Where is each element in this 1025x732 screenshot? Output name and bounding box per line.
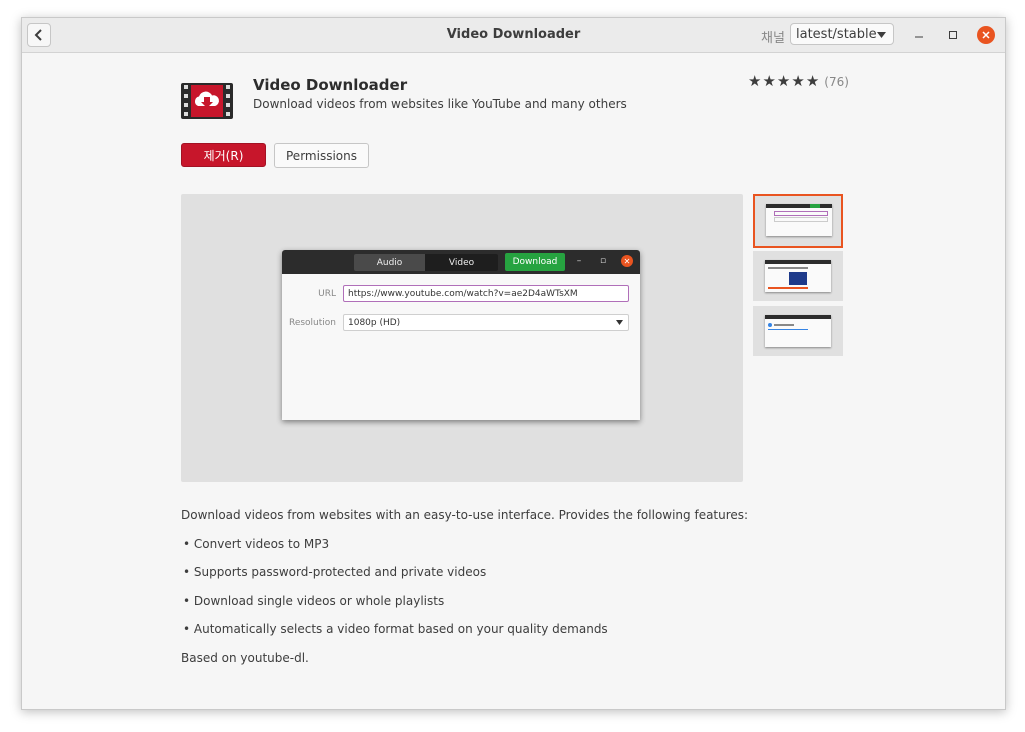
channel-value: latest/stable <box>796 26 877 42</box>
video-downloader-logo-icon <box>181 83 233 119</box>
app-name: Video Downloader <box>253 76 408 94</box>
maximize-icon <box>949 31 957 39</box>
rating-count: (76) <box>824 74 849 89</box>
screenshot-download-button: Download <box>505 253 565 271</box>
description-intro: Download videos from websites with an ea… <box>181 508 749 522</box>
screenshot-tab-audio: Audio <box>354 254 425 271</box>
rating[interactable]: ★ ★ ★ ★ ★ (76) <box>748 74 849 89</box>
app-window: Video Downloader 채널 latest/stable Video … <box>21 17 1006 710</box>
screenshot-app-window: Audio Video Download – ▫ ✕ URL https://w… <box>282 250 640 420</box>
screenshot-resolution-label: Resolution <box>288 318 336 328</box>
screenshot-minimize-icon: – <box>576 256 582 266</box>
star-icon: ★ <box>762 72 776 90</box>
thumbnail-preview <box>765 315 831 347</box>
maximize-button[interactable] <box>944 26 962 44</box>
screenshot-main[interactable]: Audio Video Download – ▫ ✕ URL https://w… <box>181 194 743 482</box>
feature-item: • Convert videos to MP3 <box>183 537 330 551</box>
channel-label: 채널 <box>761 31 785 46</box>
minimize-button[interactable] <box>910 26 928 44</box>
screenshot-url-label: URL <box>318 289 336 299</box>
screenshot-thumbnail[interactable] <box>753 251 843 301</box>
star-icon: ★ <box>776 72 791 90</box>
screenshot-thumbnail[interactable] <box>753 306 843 356</box>
screenshot-close-icon: ✕ <box>621 255 633 267</box>
screenshot-header-bar: Audio Video Download – ▫ ✕ <box>282 250 640 274</box>
screenshot-url-field: https://www.youtube.com/watch?v=ae2D4aWT… <box>343 285 629 302</box>
screenshot-maximize-icon: ▫ <box>599 256 607 266</box>
close-icon <box>982 31 990 39</box>
screenshot-resolution-value: 1080p (HD) <box>348 317 401 328</box>
close-button[interactable] <box>977 26 995 44</box>
thumbnail-preview <box>766 204 832 236</box>
screenshot-tab-video: Video <box>425 254 498 271</box>
minimize-icon <box>915 36 923 38</box>
channel-dropdown[interactable]: latest/stable <box>790 23 894 45</box>
screenshot-resolution-select: 1080p (HD) <box>343 314 629 331</box>
feature-item: • Automatically selects a video format b… <box>183 622 608 636</box>
header-bar: Video Downloader 채널 latest/stable <box>22 18 1005 53</box>
screenshot-thumbnail[interactable] <box>753 194 843 248</box>
star-icon: ★ <box>791 72 805 90</box>
remove-button[interactable]: 제거(R) <box>181 143 266 167</box>
description-footer: Based on youtube-dl. <box>181 651 309 665</box>
caret-down-icon <box>616 320 623 325</box>
permissions-button[interactable]: Permissions <box>274 143 369 168</box>
feature-item: • Supports password-protected and privat… <box>183 565 487 579</box>
app-summary: Download videos from websites like YouTu… <box>253 97 627 111</box>
thumbnail-preview <box>765 260 831 292</box>
feature-item: • Download single videos or whole playli… <box>183 594 445 608</box>
caret-down-icon <box>877 32 886 38</box>
star-icon: ★ <box>805 72 820 90</box>
star-icon: ★ <box>748 72 762 90</box>
